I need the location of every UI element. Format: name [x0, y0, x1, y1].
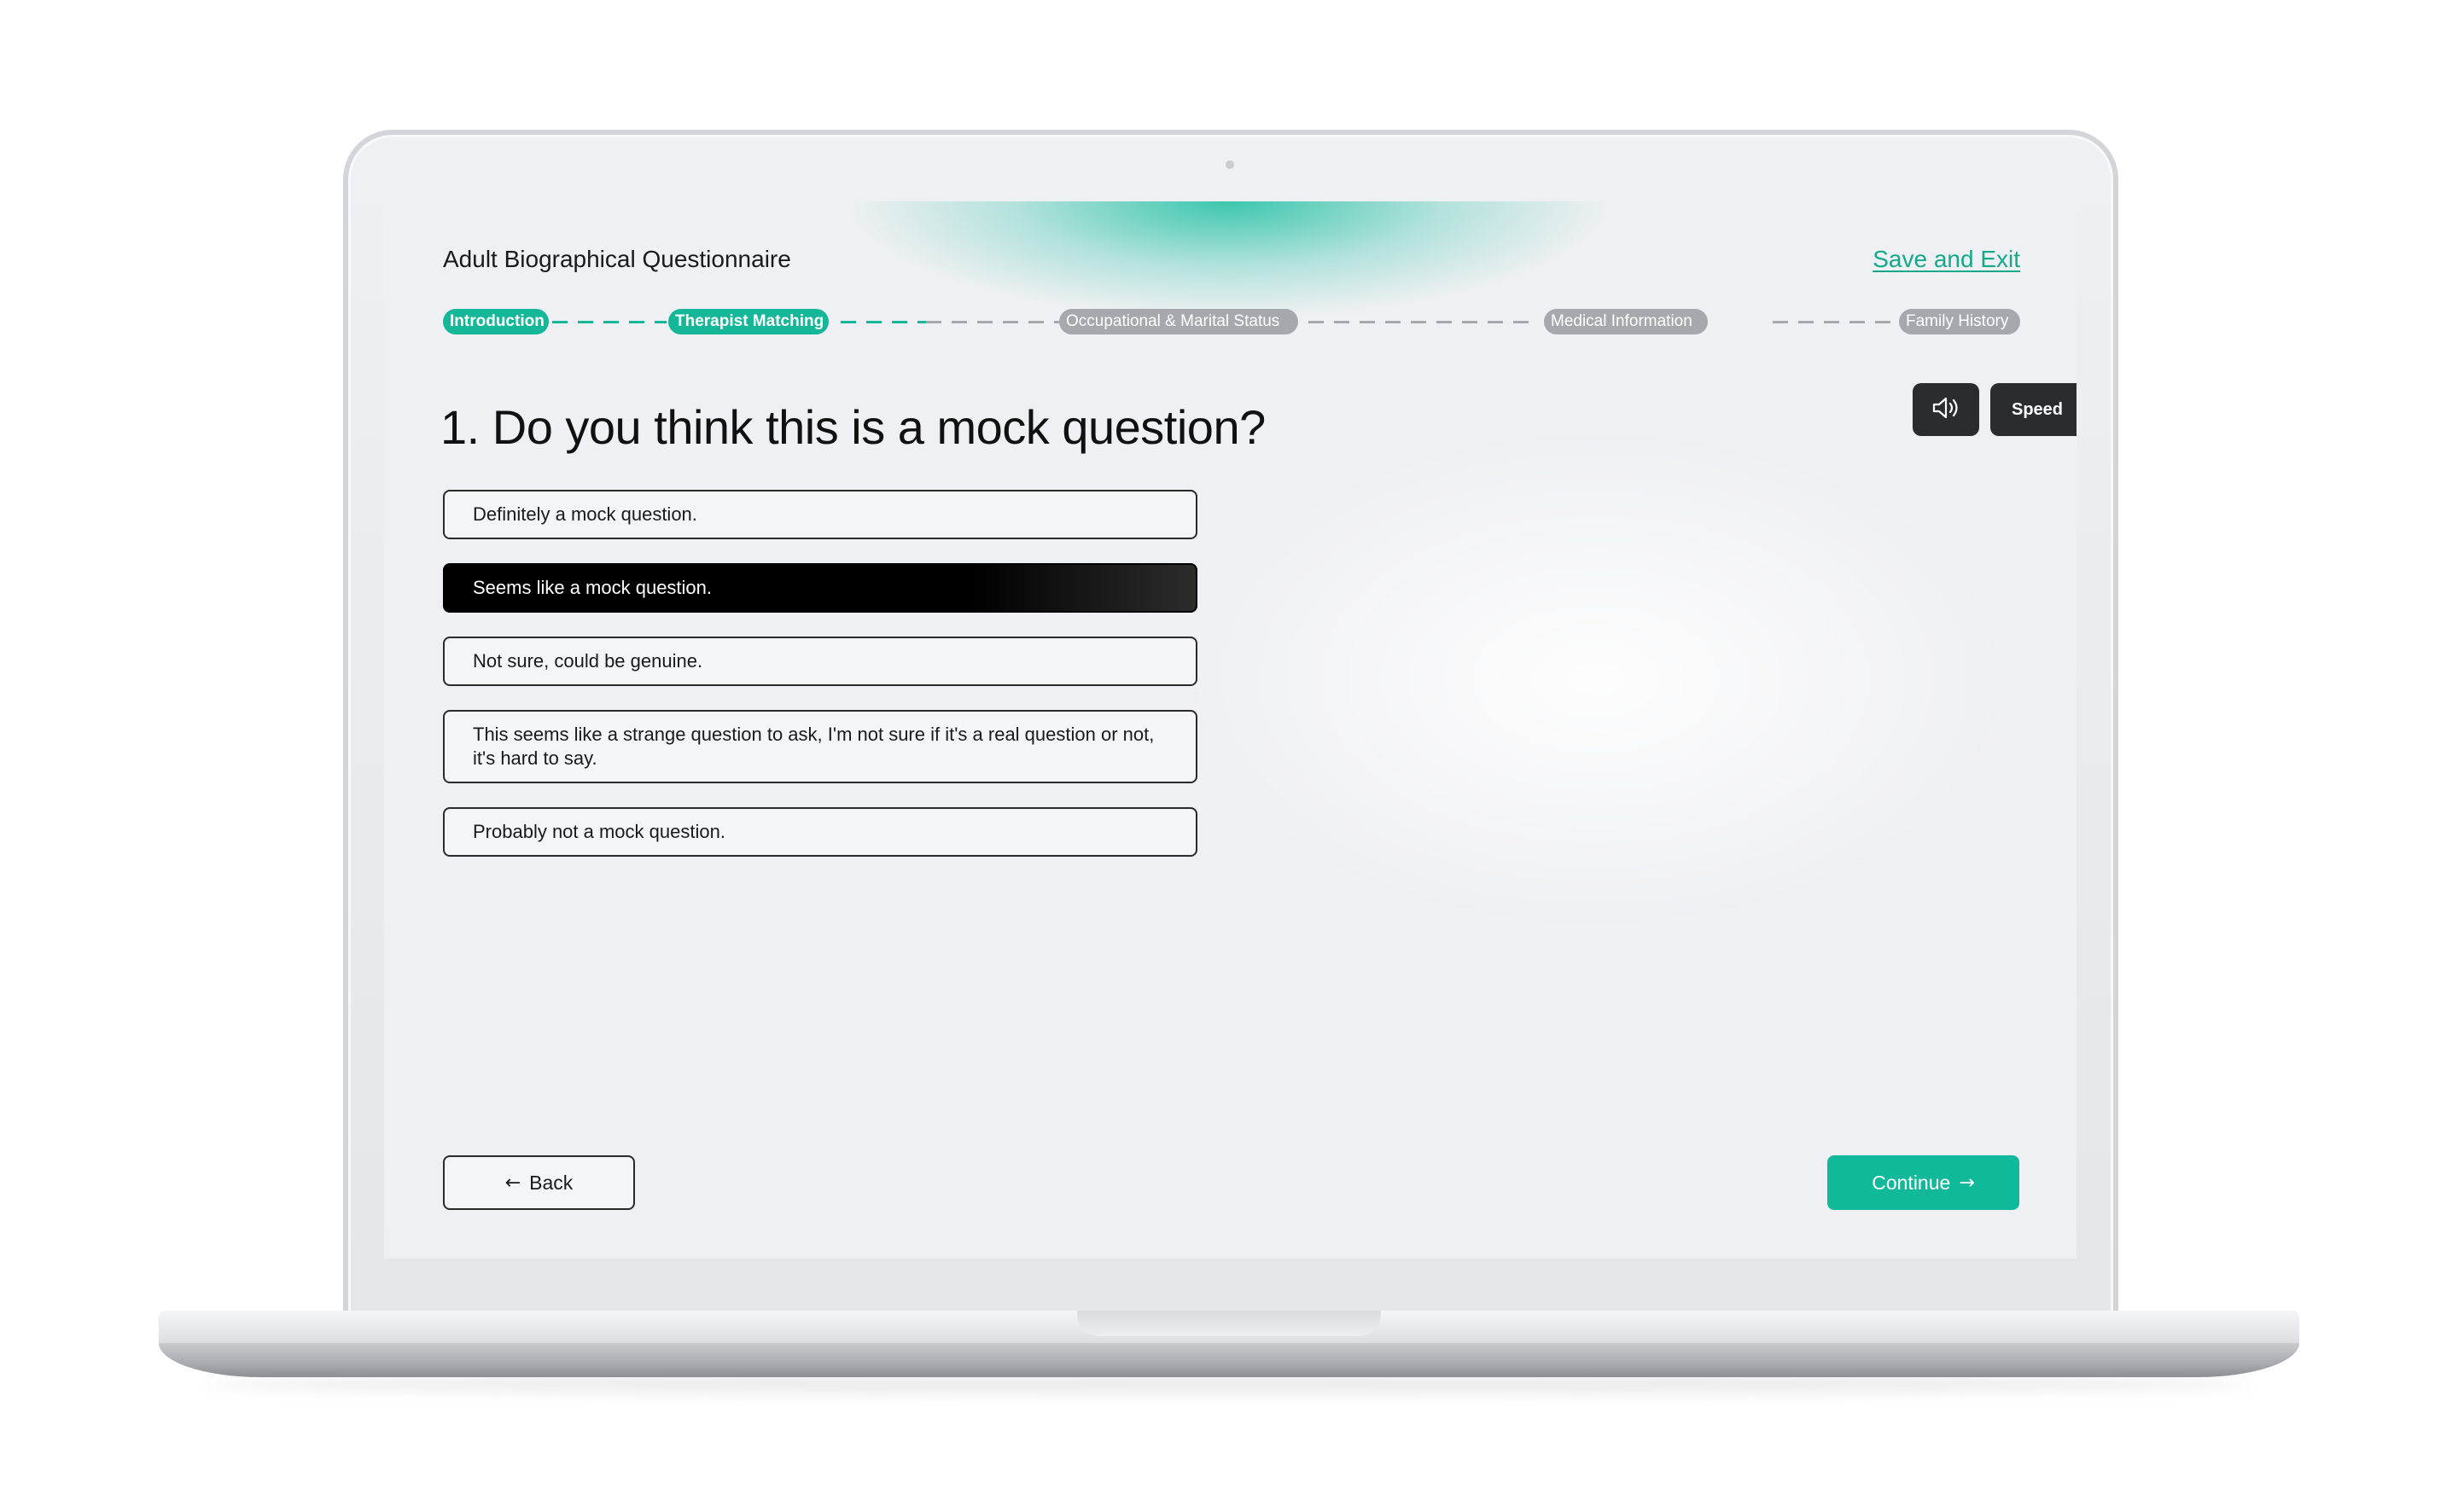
step-therapist-matching[interactable]: Therapist Matching — [668, 309, 829, 334]
answer-option[interactable]: Probably not a mock question. — [443, 807, 1197, 857]
step-occupational-marital-status[interactable]: Occupational & Marital Status — [1059, 309, 1298, 334]
progress-connector — [841, 321, 926, 323]
back-button-label: Back — [529, 1171, 574, 1194]
answer-option[interactable]: This seems like a strange question to as… — [443, 710, 1197, 783]
progress-connector — [926, 321, 1059, 323]
continue-button-label: Continue — [1872, 1171, 1951, 1194]
answer-option[interactable]: Not sure, could be genuine. — [443, 637, 1197, 686]
arrow-right-icon: → — [1959, 1172, 1975, 1194]
step-family-history[interactable]: Family History — [1899, 309, 2020, 334]
back-button[interactable]: ← Back — [443, 1155, 635, 1210]
laptop-base-edge — [159, 1343, 2299, 1377]
save-and-exit-link[interactable]: Save and Exit — [1873, 246, 2020, 273]
page-title: Adult Biographical Questionnaire — [443, 246, 791, 272]
answer-option-label: Not sure, could be genuine. — [473, 650, 703, 672]
answer-option-label: Definitely a mock question. — [473, 503, 697, 525]
webcam — [1226, 160, 1234, 169]
app-screen: Adult Biographical Questionnaire Save an… — [384, 201, 2076, 1259]
progress-stepper: Introduction Therapist Matching Occupati… — [443, 309, 2020, 334]
speaker-icon — [1931, 396, 1960, 424]
audio-button[interactable] — [1913, 383, 1979, 436]
question-title: 1. Do you think this is a mock question? — [440, 400, 1266, 454]
continue-button[interactable]: Continue → — [1827, 1155, 2019, 1210]
answer-option-selected[interactable]: Seems like a mock question. — [443, 563, 1197, 613]
step-introduction[interactable]: Introduction — [443, 309, 549, 334]
answer-option-label: Seems like a mock question. — [473, 577, 713, 598]
speed-button[interactable]: Speed — [1990, 383, 2076, 436]
progress-connector — [552, 321, 667, 323]
answer-option-label: Probably not a mock question. — [473, 821, 725, 842]
answer-option[interactable]: Definitely a mock question. — [443, 490, 1197, 539]
arrow-left-icon: ← — [504, 1172, 521, 1194]
progress-connector — [1308, 321, 1539, 323]
laptop-notch — [1077, 1311, 1381, 1336]
answer-option-label: This seems like a strange question to as… — [473, 724, 1155, 769]
step-medical-information[interactable]: Medical Information — [1544, 309, 1708, 334]
